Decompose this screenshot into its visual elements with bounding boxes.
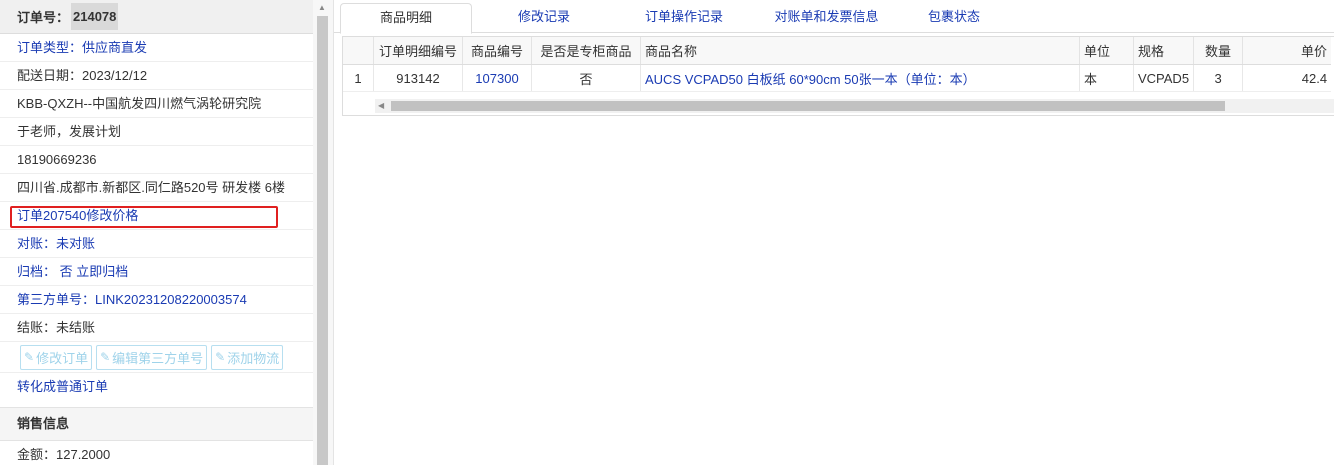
settlement-status: 结账：未结账	[0, 314, 313, 342]
edit-order-button[interactable]: ✎ 修改订单	[20, 345, 92, 370]
add-logistics-label: 添加物流	[227, 348, 279, 367]
cell-spec: VCPAD5	[1134, 65, 1194, 92]
cell-detail-id: 913142	[374, 65, 463, 92]
detail-panel: 商品明细 修改记录 订单操作记录 对账单和发票信息 包裹状态 订单明细编号 商品…	[334, 0, 1334, 465]
edit-icon: ✎	[100, 350, 110, 364]
col-unit-price: 单价	[1243, 37, 1332, 65]
cell-unit: 本	[1080, 65, 1134, 92]
order-number-header: 订单号： 214078	[0, 0, 313, 34]
col-counter-product: 是否是专柜商品	[532, 37, 641, 65]
order-type[interactable]: 订单类型：供应商直发	[0, 34, 313, 62]
horizontal-scrollbar[interactable]: ◀	[375, 99, 1334, 113]
tab-bar: 商品明细 修改记录 订单操作记录 对账单和发票信息 包裹状态	[334, 0, 1334, 33]
edit-third-party-button[interactable]: ✎ 编辑第三方单号	[96, 345, 207, 370]
col-detail-id: 订单明细编号	[374, 37, 463, 65]
order-info-panel: 订单号： 214078 订单类型：供应商直发 配送日期：2023/12/12 K…	[0, 0, 314, 465]
product-table: 订单明细编号 商品编号 是否是专柜商品 商品名称 单位 规格 数量 单价 1 9…	[343, 37, 1331, 92]
tab-package-status[interactable]: 包裹状态	[904, 3, 1004, 31]
order-number-label: 订单号：	[17, 7, 69, 26]
edit-icon: ✎	[215, 350, 225, 364]
col-product-name: 商品名称	[641, 37, 1080, 65]
archive-status[interactable]: 归档： 否 立即归档	[0, 258, 313, 286]
tab-statement-invoice[interactable]: 对账单和发票信息	[754, 3, 899, 31]
scroll-left-arrow-icon[interactable]: ◀	[378, 99, 384, 113]
scrollbar-thumb[interactable]	[317, 16, 328, 465]
delivery-date: 配送日期：2023/12/12	[0, 62, 313, 90]
tab-product-details[interactable]: 商品明细	[340, 3, 472, 34]
add-logistics-button[interactable]: ✎ 添加物流	[211, 345, 283, 370]
edit-third-party-label: 编辑第三方单号	[112, 348, 203, 367]
delivery-address: 四川省.成都市.新都区.同仁路520号 研发楼 6楼	[0, 174, 313, 202]
cell-counter-product: 否	[532, 65, 641, 92]
col-row-number	[343, 37, 374, 65]
amount: 金额：127.2000	[0, 441, 313, 465]
cell-product-name-link[interactable]: AUCS VCPAD50 白板纸 60*90cm 50张一本（单位：本）	[641, 65, 1080, 92]
convert-to-normal-order-link[interactable]: 转化成普通订单	[0, 373, 313, 401]
panel-scrollbar[interactable]: ▲	[313, 0, 334, 465]
horizontal-scrollbar-thumb[interactable]	[391, 101, 1225, 111]
reconciliation-status[interactable]: 对账：未对账	[0, 230, 313, 258]
tab-modification-log[interactable]: 修改记录	[479, 3, 609, 31]
edit-order-label: 修改订单	[36, 348, 88, 367]
cell-quantity: 3	[1194, 65, 1243, 92]
contact-person: 于老师，发展计划	[0, 118, 313, 146]
tab-order-operation-log[interactable]: 订单操作记录	[614, 3, 754, 31]
cell-unit-price: 42.4	[1243, 65, 1332, 92]
table-header-row: 订单明细编号 商品编号 是否是专柜商品 商品名称 单位 规格 数量 单价	[343, 37, 1331, 65]
col-quantity: 数量	[1194, 37, 1243, 65]
cell-row-number: 1	[343, 65, 374, 92]
col-product-code: 商品编号	[463, 37, 532, 65]
sales-info-section-title: 销售信息	[0, 407, 313, 441]
scroll-up-arrow-icon[interactable]: ▲	[318, 3, 326, 12]
action-buttons: ✎ 修改订单 ✎ 编辑第三方单号 ✎ 添加物流	[0, 342, 313, 373]
table-row[interactable]: 1 913142 107300 否 AUCS VCPAD50 白板纸 60*90…	[343, 65, 1331, 92]
customer-name: KBB-QXZH--中国航发四川燃气涡轮研究院	[0, 90, 313, 118]
price-change-link[interactable]: 订单207540修改价格	[0, 202, 313, 230]
third-party-order-number[interactable]: 第三方单号：LINK20231208220003574	[0, 286, 313, 314]
col-spec: 规格	[1134, 37, 1194, 65]
cell-product-code-link[interactable]: 107300	[463, 65, 532, 92]
contact-phone: 18190669236	[0, 146, 313, 174]
order-number: 214078	[71, 3, 118, 30]
edit-icon: ✎	[24, 350, 34, 364]
col-unit: 单位	[1080, 37, 1134, 65]
product-table-container: 订单明细编号 商品编号 是否是专柜商品 商品名称 单位 规格 数量 单价 1 9…	[342, 36, 1334, 116]
